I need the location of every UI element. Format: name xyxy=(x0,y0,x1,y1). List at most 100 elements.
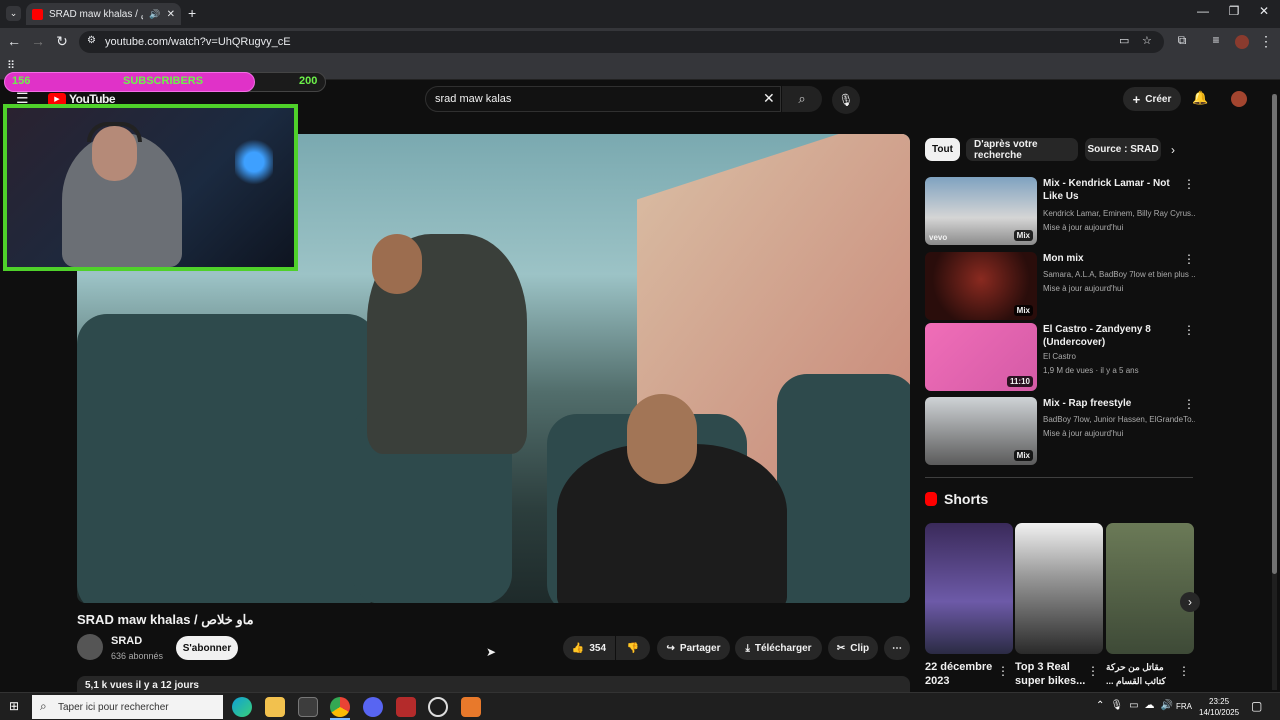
more-icon[interactable]: ⋮ xyxy=(1183,252,1195,266)
dislike-button[interactable]: 👎 xyxy=(616,636,650,660)
rec-channel: El Castro xyxy=(1043,352,1076,361)
channel-name[interactable]: SRAD xyxy=(111,635,142,647)
more-icon[interactable]: ⋮ xyxy=(1183,397,1195,411)
list-item[interactable]: Mix Mix - Rap freestyle BadBoy 7low, Jun… xyxy=(925,397,1195,465)
language-indicator[interactable]: FRA xyxy=(1176,702,1192,711)
download-label: Télécharger xyxy=(754,642,812,654)
thumbnail: 11:10 xyxy=(925,323,1037,391)
taskbar-search-input[interactable]: ⌕ Taper ici pour rechercher xyxy=(32,695,223,719)
more-icon[interactable]: ⋮ xyxy=(1183,323,1195,337)
youtube-favicon-icon xyxy=(32,8,43,20)
short-thumbnail[interactable] xyxy=(1015,523,1103,654)
search-button[interactable]: ⌕ xyxy=(782,86,822,112)
thumbs-up-icon: 👍 xyxy=(571,642,585,654)
account-avatar[interactable] xyxy=(1231,91,1247,107)
page-scrollbar[interactable] xyxy=(1272,94,1277,690)
channel-avatar[interactable] xyxy=(77,634,103,660)
new-tab-icon[interactable]: + xyxy=(188,5,196,21)
restore-icon[interactable]: ❐ xyxy=(1219,4,1249,18)
media-control-icon[interactable]: ≡ xyxy=(1207,33,1225,47)
subscriber-goal-bar: 156 SUBSCRIBERS 200 xyxy=(4,72,326,94)
minimize-icon[interactable]: — xyxy=(1188,4,1218,18)
address-bar[interactable]: ⚙ youtube.com/watch?v=UhQRugvy_cE ▭ ☆ xyxy=(79,31,1164,53)
edge-icon[interactable] xyxy=(232,697,252,717)
subscribe-button[interactable]: S'abonner xyxy=(176,636,238,660)
close-tab-icon[interactable]: ✕ xyxy=(167,9,175,20)
tab-title: SRAD maw khalas / ماو خلاص xyxy=(49,8,143,20)
thumbnail: vevo Mix xyxy=(925,177,1037,245)
browser-tab[interactable]: SRAD maw khalas / ماو خلاص 🔊 ✕ xyxy=(26,3,181,25)
apps-grid-icon[interactable]: ⠿ xyxy=(7,59,15,72)
more-icon[interactable]: ⋮ xyxy=(1178,664,1190,678)
search-input[interactable]: srad maw kalas ✕ xyxy=(425,86,781,112)
more-icon[interactable]: ⋮ xyxy=(997,664,1009,678)
discord-icon[interactable] xyxy=(363,697,383,717)
short-title[interactable]: Top 3 Real super bikes... xyxy=(1015,660,1087,688)
search-icon: ⌕ xyxy=(798,91,806,106)
goal-current: 156 xyxy=(12,75,31,87)
chrome-icon[interactable] xyxy=(330,697,350,717)
vlc-app-icon[interactable] xyxy=(461,697,481,717)
more-actions-button[interactable]: ⋯ xyxy=(884,636,910,660)
site-info-icon[interactable]: ⚙ xyxy=(87,35,96,46)
extensions-icon[interactable]: ⧉ xyxy=(1173,33,1191,48)
store-icon[interactable] xyxy=(298,697,318,717)
voice-app-icon[interactable] xyxy=(396,697,416,717)
system-tray-icons[interactable]: ⌃🎙▭☁🔊 xyxy=(1096,700,1179,711)
clip-button[interactable]: ✂ Clip xyxy=(828,636,878,660)
download-button[interactable]: ⤓ Télécharger xyxy=(735,636,822,660)
more-icon[interactable]: ⋮ xyxy=(1183,177,1195,191)
menu-icon[interactable]: ⋮ xyxy=(1257,33,1275,50)
short-title[interactable]: مقاتل من حركة كتائب القسام ... xyxy=(1106,660,1172,688)
rec-title: Mix - Kendrick Lamar - Not Like Us xyxy=(1043,178,1170,202)
windows-taskbar: ⊞ ⌕ Taper ici pour rechercher ⌃🎙▭☁🔊 FRA … xyxy=(0,692,1280,720)
voice-search-button[interactable]: 🎙 xyxy=(832,86,860,114)
plus-icon: + xyxy=(1132,91,1141,107)
notifications-icon[interactable]: ▢ xyxy=(1251,699,1262,713)
video-title: SRAD maw khalas / ماو خلاص xyxy=(77,612,254,627)
windows-start-icon[interactable]: ⊞ xyxy=(9,699,19,713)
shorts-next-button[interactable]: › xyxy=(1180,592,1200,612)
list-item[interactable]: Mix Mon mix Samara, A.L.A, BadBoy 7low e… xyxy=(925,252,1195,320)
toolbar: ← → ↻ ⚙ youtube.com/watch?v=UhQRugvy_cE … xyxy=(0,28,1280,56)
profile-avatar[interactable] xyxy=(1235,35,1249,49)
list-item[interactable]: vevo Mix Mix - Kendrick Lamar - Not Like… xyxy=(925,177,1195,245)
goal-label: SUBSCRIBERS xyxy=(123,75,204,87)
obs-icon[interactable] xyxy=(428,697,448,717)
clock[interactable]: 23:25 14/10/2025 xyxy=(1199,696,1239,718)
create-button[interactable]: + Créer xyxy=(1123,87,1181,111)
clear-search-icon[interactable]: ✕ xyxy=(763,90,775,107)
short-title[interactable]: 22 décembre 2023 xyxy=(925,660,995,688)
share-button[interactable]: ↪ Partager xyxy=(657,636,730,660)
cast-icon[interactable]: ▭ xyxy=(1119,34,1129,47)
chip-related[interactable]: D'après votre recherche xyxy=(966,138,1078,161)
back-icon[interactable]: ← xyxy=(5,33,23,49)
short-thumbnail[interactable] xyxy=(925,523,1013,654)
rec-channel: Samara, A.L.A, BadBoy 7low et bien plus … xyxy=(1043,270,1195,279)
short-thumbnail[interactable] xyxy=(1106,523,1194,654)
chip-source[interactable]: Source : SRAD xyxy=(1085,138,1161,161)
rec-title: Mon mix xyxy=(1043,253,1084,264)
speaker-icon[interactable]: 🔊 xyxy=(149,9,160,20)
search-icon: ⌕ xyxy=(40,699,47,713)
close-window-icon[interactable]: ✕ xyxy=(1249,4,1279,18)
bookmark-star-icon[interactable]: ☆ xyxy=(1142,34,1152,47)
clock-time: 23:25 xyxy=(1209,697,1230,706)
share-label: Partager xyxy=(679,642,721,654)
views-date: 5,1 k vues il y a 12 jours xyxy=(85,680,199,691)
more-icon[interactable]: ⋮ xyxy=(1087,664,1099,678)
notifications-bell-icon[interactable]: 🔔 xyxy=(1192,90,1208,106)
like-button[interactable]: 👍 354 xyxy=(563,636,615,660)
file-explorer-icon[interactable] xyxy=(265,697,285,717)
chip-all[interactable]: Tout xyxy=(925,138,960,161)
rec-channel: BadBoy 7low, Junior Hassen, ElGrandeTo..… xyxy=(1043,415,1195,424)
hexagon-lights xyxy=(235,136,273,188)
scrollbar-thumb[interactable] xyxy=(1272,94,1277,574)
taskbar-search-placeholder: Taper ici pour rechercher xyxy=(58,701,169,713)
car-seat-far-right xyxy=(777,374,910,603)
forward-icon[interactable]: → xyxy=(29,33,47,49)
reload-icon[interactable]: ↻ xyxy=(53,33,71,50)
tab-list-button[interactable]: ⌄ xyxy=(6,6,21,21)
chips-next-icon[interactable]: › xyxy=(1171,143,1175,157)
list-item[interactable]: 11:10 El Castro - Zandyeny 8 (Undercover… xyxy=(925,323,1195,391)
